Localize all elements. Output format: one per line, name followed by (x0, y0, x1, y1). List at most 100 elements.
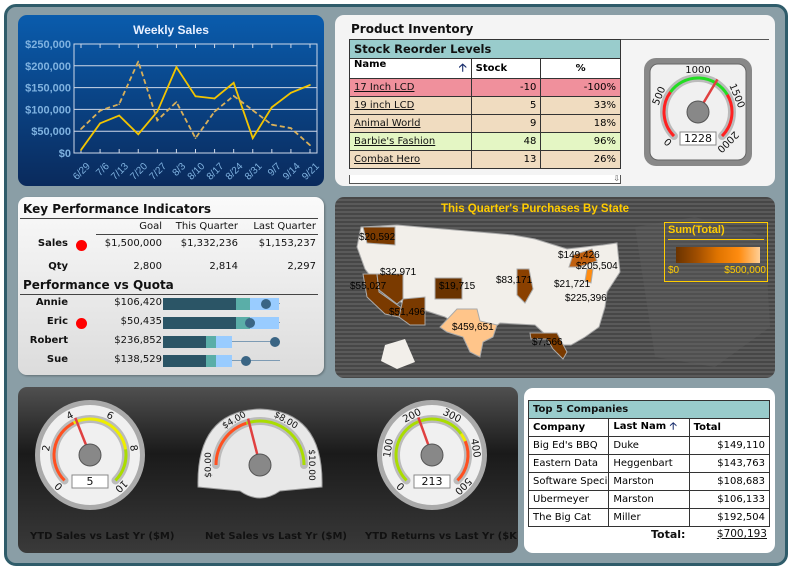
company-name: Big Ed's BBQ (527, 436, 610, 455)
x-tick-label: 7/20 (128, 161, 150, 183)
quota-bullet-chart (163, 298, 283, 310)
x-tick-label: 8/10 (186, 161, 208, 183)
column-header-total[interactable]: Total (688, 418, 771, 437)
gauge-label-ytd-sales: YTD Sales vs Last Yr ($M) (30, 531, 175, 542)
legend-title: Sum(Total) (668, 224, 725, 236)
gauge: $0.00$4.00 $8.00$10.00 (197, 408, 323, 499)
top-companies-table: Top 5 Companies Company Last Nam 🡡 Total… (527, 400, 771, 527)
gauge-readout: 213 (422, 475, 443, 488)
gauge-hub (248, 453, 272, 477)
product-link[interactable]: 17 Inch LCD (354, 82, 414, 93)
state-value-label: $225,396 (565, 293, 607, 304)
company-name: Ubermeyer (527, 490, 610, 509)
state-value-label: $55,027 (350, 281, 387, 292)
column-header-company[interactable]: Company (527, 418, 610, 437)
column-header-percent[interactable]: % (540, 58, 621, 79)
kpi-row-label: Sales (37, 238, 68, 249)
data-point (80, 149, 82, 151)
last-name: Duke (608, 436, 690, 455)
kpi-goal: 2,800 (133, 261, 162, 272)
last-name: Heggenbart (608, 454, 690, 473)
sort-ascending-icon[interactable]: 🡡 (459, 60, 467, 78)
state-alaska (381, 339, 415, 369)
percent-value: 96% (540, 132, 621, 151)
stock-value: 9 (470, 114, 542, 133)
scroll-down-icon[interactable]: ⇩ (349, 175, 621, 184)
kpi-divider (20, 218, 318, 219)
gauges-panel: 0 2 4 6 8 10 5 $0.00 $4.00 $8.00 $10.00 0 100 200 300 4… (18, 387, 518, 553)
data-point (99, 109, 101, 112)
product-name: Barbie's Fashion (349, 132, 472, 151)
table-caption: Stock Reorder Levels (349, 39, 621, 59)
gauge-tick-label: $10.00 (306, 449, 316, 481)
gauge: 05001000150020001228 (644, 58, 752, 166)
quota-bullet-chart (163, 355, 283, 367)
column-header-name[interactable]: Name 🡡 (349, 58, 472, 79)
last-name: Marston (608, 490, 690, 509)
quota-value: $50,435 (120, 316, 162, 327)
state-value-label: $7,566 (532, 337, 563, 348)
state-value-label: $21,721 (554, 279, 591, 290)
table-caption: Top 5 Companies (528, 400, 770, 419)
product-link[interactable]: Combat Hero (354, 154, 420, 165)
gauge-readout: 1228 (684, 132, 712, 145)
last-name: Marston (608, 472, 690, 491)
x-tick-label: 9/14 (281, 161, 303, 183)
table-row: Animal World 9 18% (349, 114, 621, 133)
company-name: Eastern Data (527, 454, 610, 473)
gauge-hub (420, 443, 444, 467)
company-name: Software Specialist (527, 472, 610, 491)
stock-value: 13 (470, 150, 542, 169)
column-header-last-name[interactable]: Last Nam 🡡 (608, 418, 690, 437)
alert-indicator-icon (76, 240, 87, 251)
x-tick-label: 8/17 (205, 161, 227, 183)
sort-ascending-icon[interactable]: 🡡 (666, 421, 677, 432)
data-point (309, 144, 311, 146)
product-name: 19 inch LCD (349, 96, 472, 115)
percent-value: 18% (540, 114, 621, 133)
stock-gauge: 05001000150020001228 (644, 58, 752, 166)
salesperson-name: Annie (35, 297, 68, 308)
gauge-hub (78, 443, 102, 467)
product-link[interactable]: Barbie's Fashion (354, 136, 435, 147)
product-inventory-panel: Product Inventory Stock Reorder Levels N… (335, 15, 775, 186)
product-link[interactable]: 19 inch LCD (354, 100, 414, 111)
y-tick-label: $150,000 (25, 83, 71, 95)
state-value-label: $51,496 (389, 307, 426, 318)
kpi-title: Key Performance Indicators (23, 202, 211, 216)
x-tick-label: 7/13 (109, 161, 131, 183)
data-point (213, 97, 216, 100)
bullet-band (163, 355, 207, 367)
product-name: Animal World (349, 114, 472, 133)
column-header-stock[interactable]: Stock (470, 58, 542, 79)
legend-color-ramp (676, 247, 760, 263)
table-row: 17 Inch LCD -10 -100% (349, 78, 621, 97)
total-value[interactable]: $700,193 (717, 528, 767, 540)
quota-value: $106,420 (114, 297, 162, 308)
company-name: The Big Cat (527, 508, 610, 527)
product-link[interactable]: Animal World (354, 118, 420, 129)
bullet-band (163, 317, 236, 329)
state-value-label: $83,171 (496, 275, 533, 286)
quota-value: $236,852 (114, 335, 162, 346)
map-legend: Sum(Total) $0 $500,000 (664, 222, 768, 282)
kpi-this-quarter: 2,814 (209, 261, 238, 272)
state-value-label: $20,592 (359, 232, 396, 243)
data-point (213, 110, 216, 113)
legend-max: $500,000 (724, 265, 766, 276)
salesperson-name: Robert (29, 335, 68, 346)
data-point (137, 60, 140, 63)
table-row: The Big Cat Miller $192,504 (527, 508, 771, 527)
y-tick-label: $0 (59, 148, 71, 160)
x-tick-label: 8/24 (224, 161, 246, 183)
data-point (156, 110, 159, 113)
total-label: Total: (651, 528, 686, 541)
company-total: $143,763 (688, 454, 771, 473)
table-row: Barbie's Fashion 48 96% (349, 132, 621, 151)
gauge-label-ytd-returns: YTD Returns vs Last Yr ($K) (365, 531, 518, 542)
bullet-target-marker (244, 318, 255, 328)
top-companies-panel: Top 5 Companies Company Last Nam 🡡 Total… (524, 388, 775, 553)
table-row: Big Ed's BBQ Duke $149,110 (527, 436, 771, 455)
x-tick-label: 8/31 (243, 161, 265, 183)
kpi-this-quarter: $1,332,236 (180, 238, 238, 249)
